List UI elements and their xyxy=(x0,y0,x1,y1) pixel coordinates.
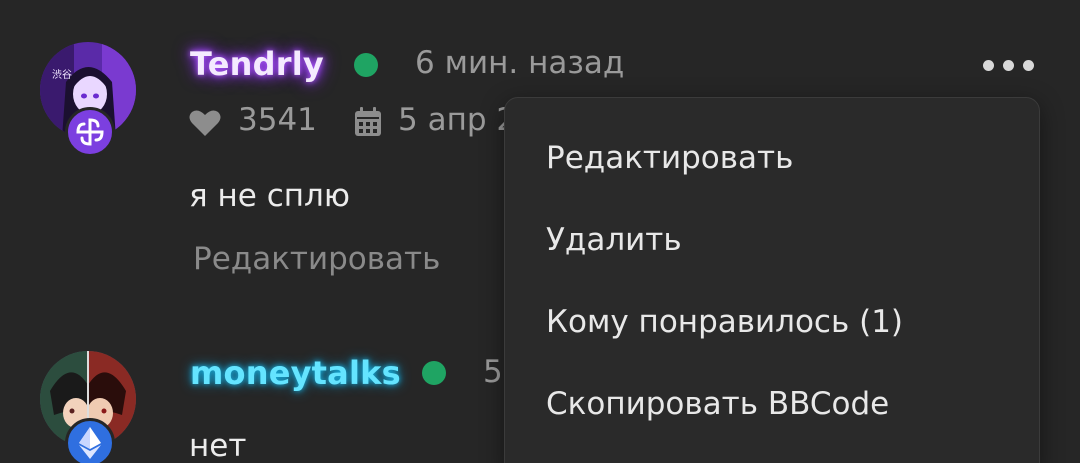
post-message: я не сплю xyxy=(189,178,350,214)
more-dot xyxy=(1002,59,1014,71)
post-date[interactable]: 5 апр 2 xyxy=(398,102,516,138)
more-dot xyxy=(982,59,994,71)
post-time[interactable]: 5 xyxy=(483,354,503,390)
edit-post-link[interactable]: Редактировать xyxy=(193,241,440,277)
post-username[interactable]: Tendrly xyxy=(190,45,324,83)
post-time[interactable]: 6 мин. назад xyxy=(415,45,624,81)
pinwheel-icon xyxy=(76,118,104,146)
menu-item-edit[interactable]: Редактировать xyxy=(546,140,793,176)
online-status-dot xyxy=(422,361,446,385)
post-message: нет xyxy=(189,428,247,463)
more-dot xyxy=(1022,59,1034,71)
avatar-badge xyxy=(65,107,115,157)
likes-count[interactable]: 3541 xyxy=(238,102,317,138)
more-options-button[interactable] xyxy=(978,50,1038,80)
comments-screen: 渋谷 Tendrly 6 мин. назад 3541 5 апр 2 я н… xyxy=(0,0,1080,463)
post-context-menu: Редактировать Удалить Кому понравилось (… xyxy=(504,97,1040,463)
calendar-icon xyxy=(355,107,381,136)
avatar-badge xyxy=(65,418,115,463)
menu-item-who-liked[interactable]: Кому понравилось (1) xyxy=(546,304,903,340)
svg-text:渋谷: 渋谷 xyxy=(52,68,72,81)
heart-icon xyxy=(189,110,221,136)
menu-item-delete[interactable]: Удалить xyxy=(546,222,682,258)
menu-item-copy-bbcode[interactable]: Скопировать BBCode xyxy=(546,386,889,422)
post-username[interactable]: moneytalks xyxy=(190,354,401,392)
ethereum-icon xyxy=(79,427,101,459)
online-status-dot xyxy=(354,53,378,77)
